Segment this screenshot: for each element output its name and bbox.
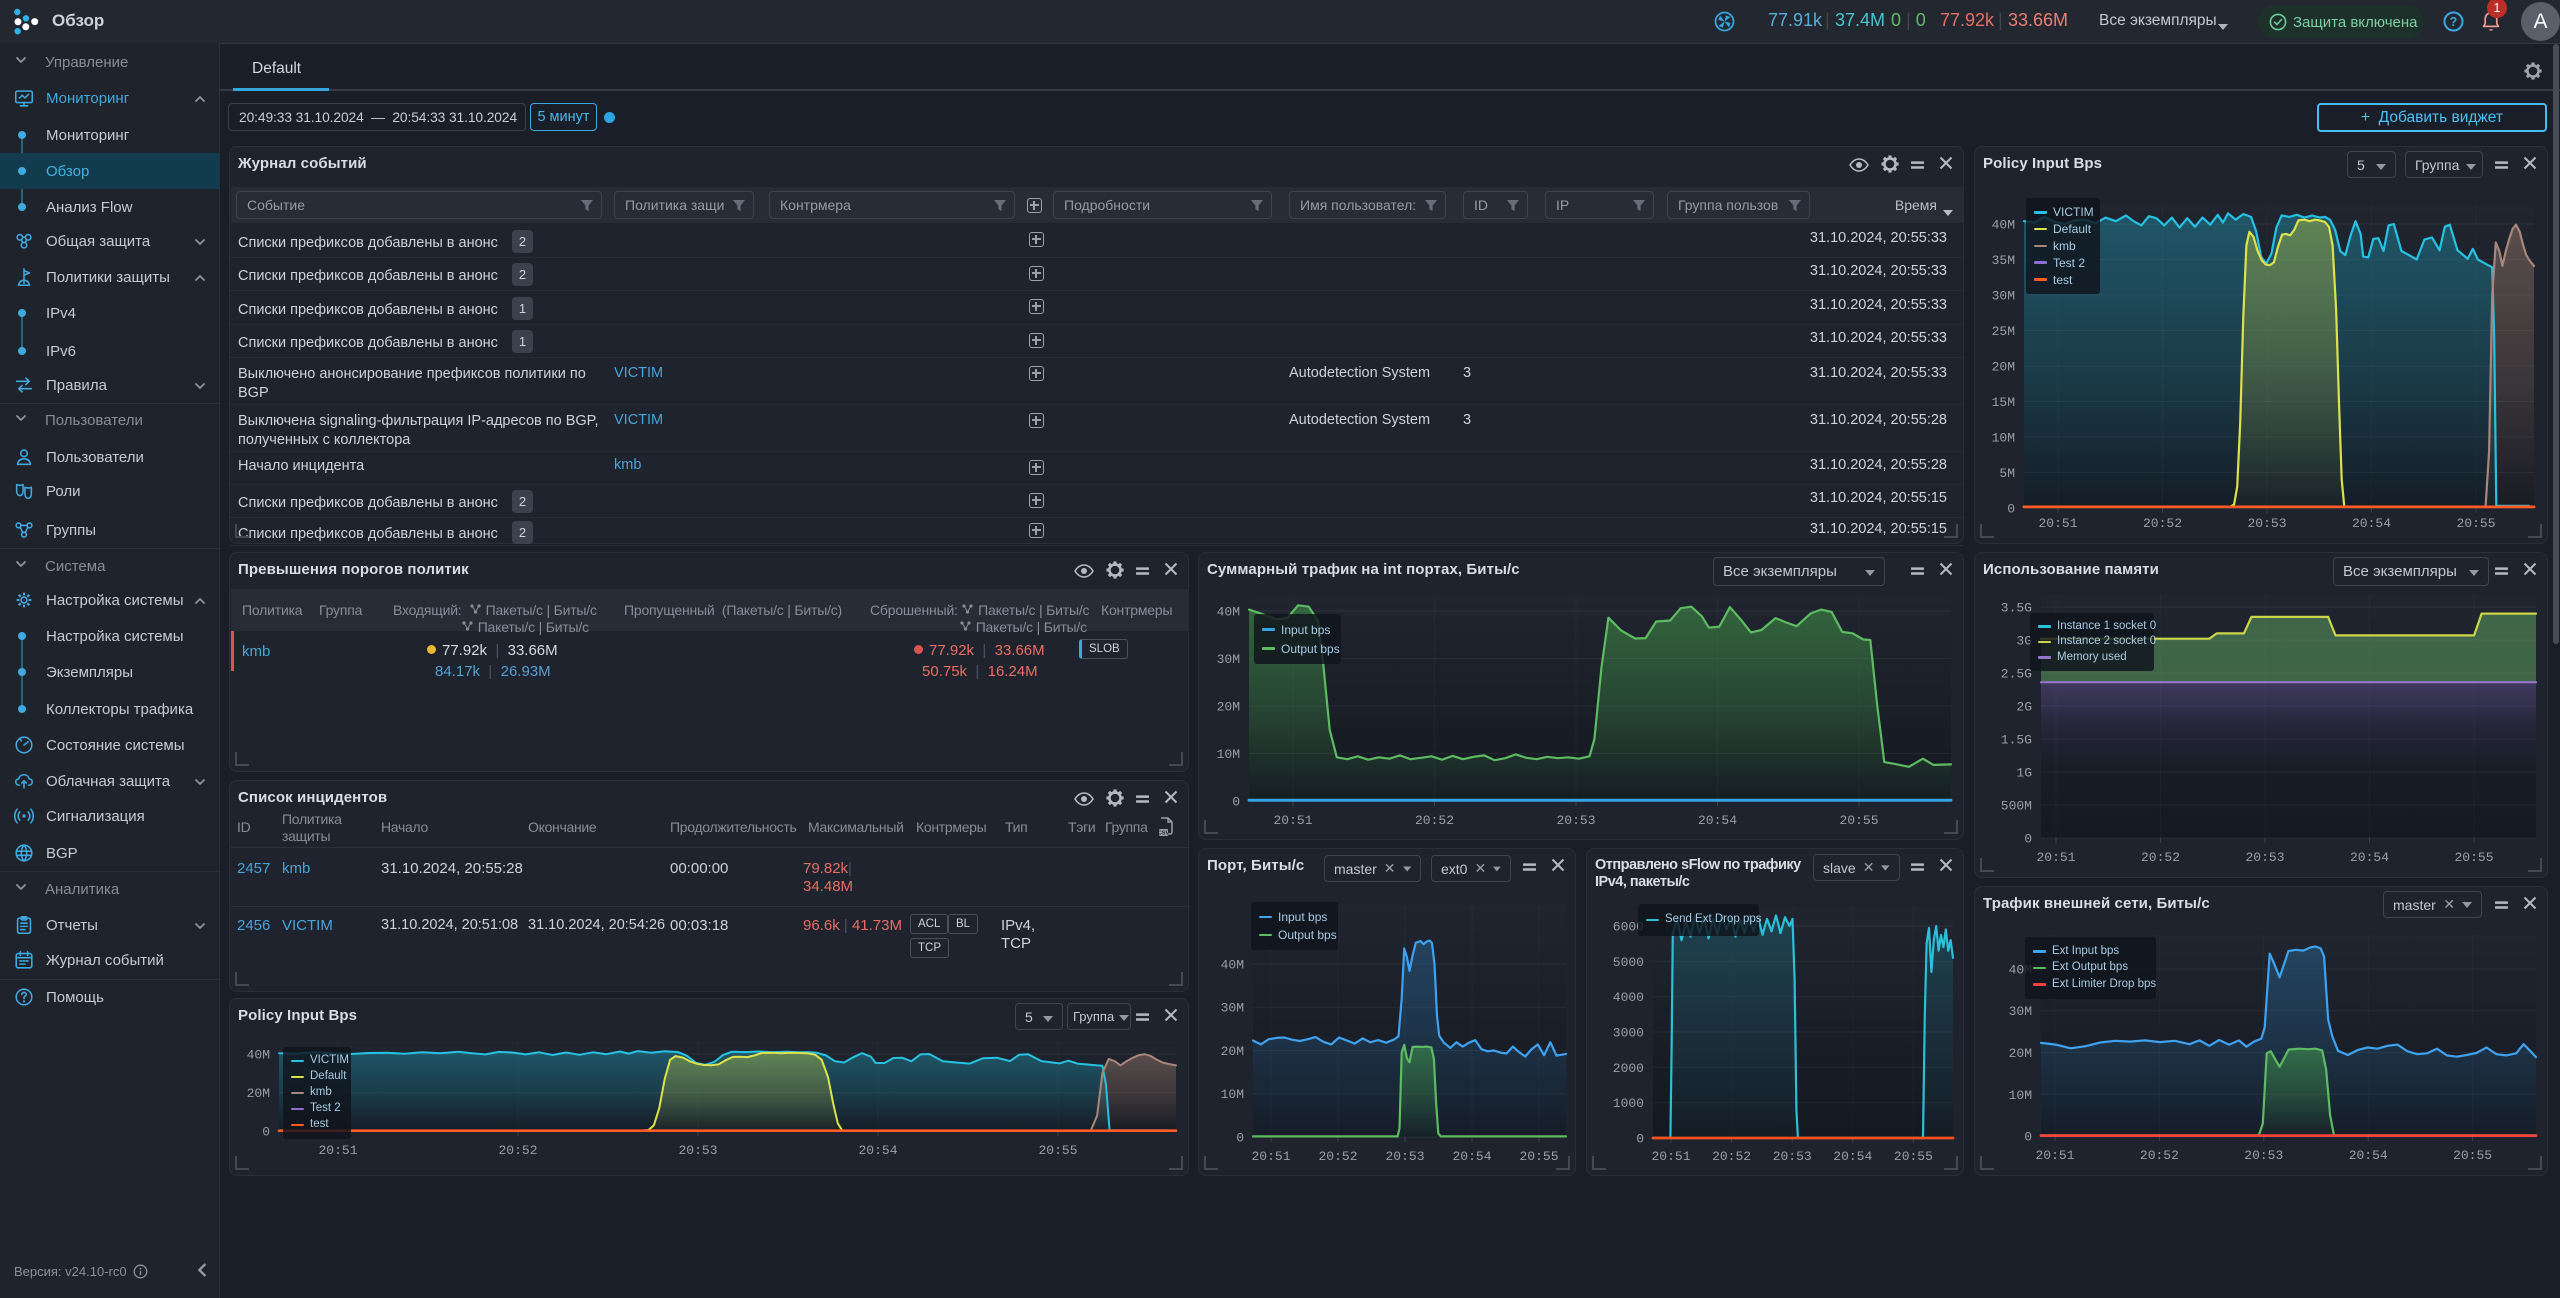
svg-text:1000: 1000: [1613, 1096, 1644, 1111]
svg-text:20:52: 20:52: [498, 1143, 537, 1158]
svg-text:0: 0: [2007, 502, 2015, 517]
svg-text:0: 0: [2024, 1130, 2032, 1145]
svg-text:20:52: 20:52: [2140, 1148, 2179, 1163]
svg-text:20M: 20M: [2009, 1046, 2032, 1061]
svg-text:30M: 30M: [2009, 1004, 2032, 1019]
svg-text:15M: 15M: [1992, 395, 2015, 410]
svg-text:10M: 10M: [2009, 1088, 2032, 1103]
svg-text:20:53: 20:53: [2247, 516, 2286, 531]
svg-text:?: ?: [2450, 15, 2458, 29]
svg-text:0: 0: [1236, 1131, 1244, 1146]
svg-text:20:51: 20:51: [2035, 1148, 2074, 1163]
svg-text:20:54: 20:54: [858, 1143, 897, 1158]
svg-text:20:53: 20:53: [1385, 1149, 1424, 1164]
svg-text:20M: 20M: [247, 1086, 270, 1101]
svg-text:0: 0: [1232, 795, 1240, 810]
svg-text:20:51: 20:51: [318, 1143, 357, 1158]
svg-text:20M: 20M: [1217, 700, 1240, 715]
svg-text:5000: 5000: [1613, 955, 1644, 970]
svg-text:20:54: 20:54: [2352, 516, 2391, 531]
svg-text:0: 0: [2024, 832, 2032, 847]
svg-text:20:55: 20:55: [1038, 1143, 1077, 1158]
svg-text:30M: 30M: [1221, 1001, 1244, 1016]
svg-text:40M: 40M: [1992, 218, 2015, 233]
svg-text:40M: 40M: [247, 1048, 270, 1063]
svg-text:20:53: 20:53: [678, 1143, 717, 1158]
svg-text:35M: 35M: [1992, 253, 2015, 268]
svg-text:20:53: 20:53: [1773, 1149, 1812, 1164]
svg-text:20:54: 20:54: [1698, 813, 1737, 828]
svg-text:10M: 10M: [1217, 747, 1240, 762]
svg-text:20M: 20M: [1992, 360, 2015, 375]
svg-text:10M: 10M: [1221, 1087, 1244, 1102]
svg-text:0: 0: [1636, 1132, 1644, 1147]
svg-text:20:55: 20:55: [1894, 1149, 1933, 1164]
svg-text:40M: 40M: [1221, 958, 1244, 973]
svg-text:500M: 500M: [2001, 799, 2032, 814]
svg-text:20:52: 20:52: [1415, 813, 1454, 828]
svg-text:2.5G: 2.5G: [2001, 667, 2032, 682]
svg-text:20:55: 20:55: [2453, 1148, 2492, 1163]
svg-text:30M: 30M: [1992, 289, 2015, 304]
svg-text:20:52: 20:52: [2141, 850, 2180, 865]
svg-text:30M: 30M: [1217, 652, 1240, 667]
svg-text:0: 0: [262, 1125, 270, 1140]
svg-text:25M: 25M: [1992, 324, 2015, 339]
svg-text:20:51: 20:51: [2038, 516, 2077, 531]
svg-text:CSV: CSV: [1158, 831, 1169, 837]
svg-text:4000: 4000: [1613, 990, 1644, 1005]
svg-text:5M: 5M: [1999, 466, 2015, 481]
svg-text:20:55: 20:55: [2454, 850, 2493, 865]
svg-text:20:54: 20:54: [2349, 1148, 2388, 1163]
svg-text:10M: 10M: [1992, 431, 2015, 446]
svg-text:20:54: 20:54: [1833, 1149, 1872, 1164]
svg-text:1G: 1G: [2016, 766, 2032, 781]
svg-text:20:53: 20:53: [1556, 813, 1595, 828]
svg-text:20:53: 20:53: [2245, 850, 2284, 865]
svg-text:40M: 40M: [1217, 605, 1240, 620]
svg-text:20:52: 20:52: [2143, 516, 2182, 531]
svg-text:20:52: 20:52: [1712, 1149, 1751, 1164]
svg-text:20:51: 20:51: [1251, 1149, 1290, 1164]
svg-text:20:53: 20:53: [2244, 1148, 2283, 1163]
svg-text:20:55: 20:55: [1839, 813, 1878, 828]
svg-text:20:51: 20:51: [1651, 1149, 1690, 1164]
svg-text:20:54: 20:54: [1452, 1149, 1491, 1164]
svg-text:20:55: 20:55: [2456, 516, 2495, 531]
svg-text:20:51: 20:51: [1273, 813, 1312, 828]
svg-text:2G: 2G: [2016, 700, 2032, 715]
svg-text:20:52: 20:52: [1318, 1149, 1357, 1164]
svg-text:3000: 3000: [1613, 1026, 1644, 1041]
svg-text:2000: 2000: [1613, 1061, 1644, 1076]
svg-text:3.5G: 3.5G: [2001, 601, 2032, 616]
svg-text:20:55: 20:55: [1519, 1149, 1558, 1164]
svg-text:1.5G: 1.5G: [2001, 733, 2032, 748]
svg-text:20:54: 20:54: [2350, 850, 2389, 865]
svg-text:20M: 20M: [1221, 1044, 1244, 1059]
svg-text:20:51: 20:51: [2036, 850, 2075, 865]
